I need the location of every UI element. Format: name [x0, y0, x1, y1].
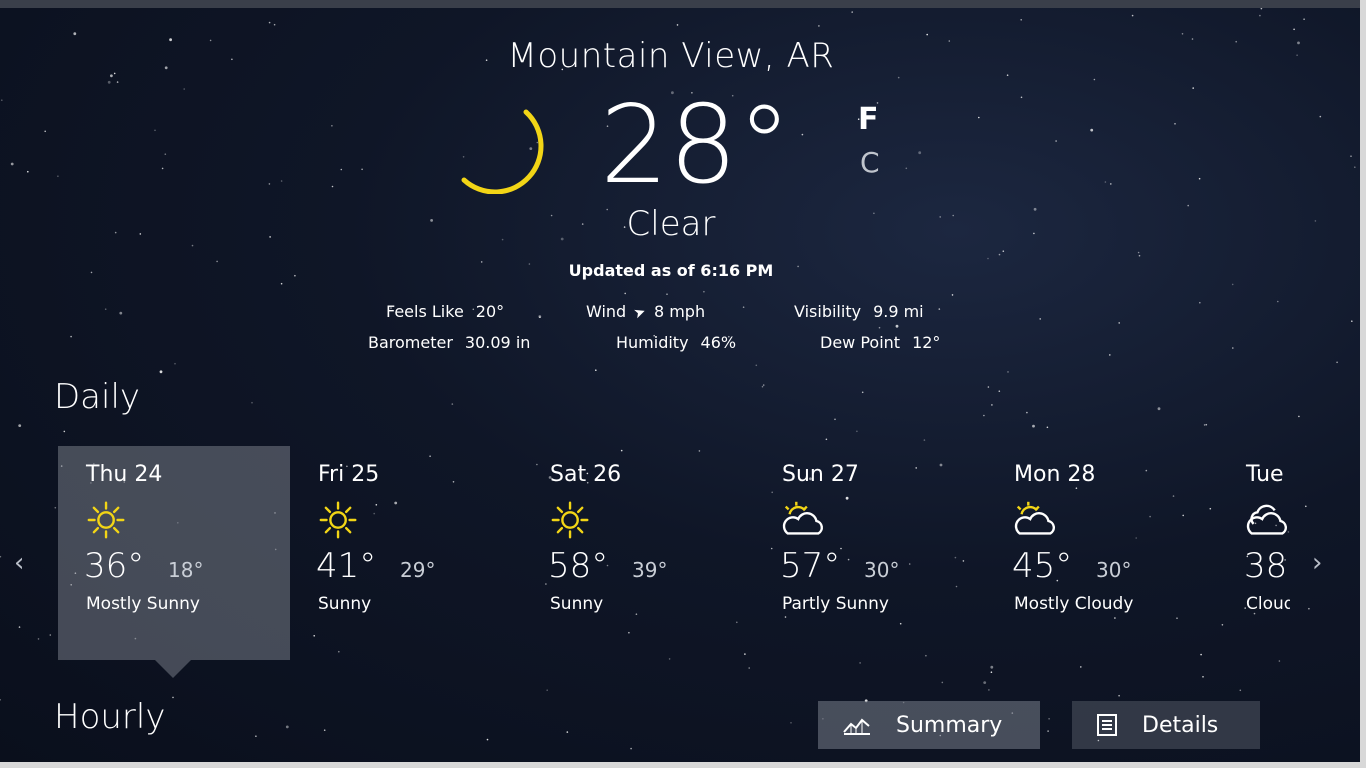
cloudy-icon: [1246, 504, 1287, 535]
day-high-temp: 58°: [548, 546, 609, 586]
day-low-temp: 39°: [632, 558, 668, 582]
location-title: Mountain View, AR: [507, 36, 835, 76]
barometer-value: 30.09 in: [464, 333, 531, 352]
day-low-temp: 18°: [168, 558, 204, 582]
moon-icon: [461, 109, 544, 194]
window-top-bar: [0, 0, 1366, 8]
current-temperature: 28°: [600, 83, 792, 208]
day-condition: Mostly Sunny: [86, 594, 200, 614]
day-condition: Sunny: [318, 594, 372, 614]
wind-stat: Wind ➤ 8 mph: [586, 302, 706, 323]
details-button[interactable]: Details: [1072, 701, 1260, 749]
sun-icon: [319, 501, 357, 539]
feels-like-label: Feels Like: [386, 302, 464, 321]
humidity-value: 46%: [700, 333, 737, 352]
sun-icon: [551, 501, 589, 539]
chart-icon: [843, 718, 870, 735]
day-card[interactable]: Tue 29 38° Cloudy: [1218, 446, 1290, 660]
day-condition: Sunny: [550, 594, 604, 614]
day-card[interactable]: Thu 24 36° 18° Mostly Sunny: [58, 446, 290, 660]
weather-app: Mountain View, AR 28° F C Clear Updated …: [0, 0, 1366, 768]
summary-button[interactable]: Summary: [818, 701, 1040, 749]
day-card[interactable]: Sat 26 58° 39° Sunny: [522, 446, 754, 660]
window-bottom-border: [0, 762, 1366, 768]
day-condition: Cloudy: [1246, 594, 1290, 614]
dew-point-value: 12°: [912, 333, 941, 352]
selected-day-pointer: [155, 660, 191, 678]
sun-icon: [87, 501, 125, 539]
unit-celsius-toggle[interactable]: C: [860, 146, 880, 179]
visibility-label: Visibility: [794, 302, 862, 321]
barometer-stat: Barometer 30.09 in: [368, 333, 530, 352]
day-high-temp: 45°: [1012, 546, 1073, 586]
partly-sunny-icon: [1014, 501, 1055, 535]
day-card[interactable]: Mon 28 45° 30° Mostly Cloudy: [986, 446, 1218, 660]
feels-like-value: 20°: [475, 302, 505, 321]
updated-time: Updated as of 6:16 PM: [568, 261, 774, 280]
daily-forecast-strip: Thu 24 36° 18° Mostly Sunny Fri 25 41° 29° Sunn…: [58, 446, 1290, 660]
visibility-stat: Visibility 9.9 mi: [794, 302, 924, 321]
day-high-temp: 41°: [316, 546, 377, 586]
day-low-temp: 30°: [864, 558, 900, 582]
dew-point-stat: Dew Point 12°: [820, 333, 940, 352]
partly-sunny-icon: [782, 501, 823, 535]
feels-like-stat: Feels Like 20°: [386, 302, 504, 321]
unit-fahrenheit-toggle[interactable]: F: [858, 102, 879, 137]
day-name: Sat 26: [550, 462, 622, 487]
wind-label: Wind: [586, 302, 627, 321]
day-high-temp: 38°: [1244, 546, 1290, 586]
day-name: Mon 28: [1014, 462, 1096, 487]
day-low-temp: 30°: [1096, 558, 1132, 582]
day-condition: Partly Sunny: [782, 594, 889, 614]
day-high-temp: 57°: [780, 546, 841, 586]
humidity-stat: Humidity 46%: [616, 333, 736, 352]
humidity-label: Humidity: [616, 333, 689, 352]
dew-point-label: Dew Point: [820, 333, 901, 352]
visibility-value: 9.9 mi: [873, 302, 924, 321]
day-card[interactable]: Sun 27 57° 30° Partly Sunny: [754, 446, 986, 660]
daily-section-title: Daily: [54, 377, 141, 417]
daily-next-arrow[interactable]: ›: [1312, 548, 1322, 578]
summary-button-label: Summary: [896, 712, 1003, 738]
daily-prev-arrow[interactable]: ‹: [14, 548, 24, 578]
list-icon: [1097, 714, 1117, 736]
day-card[interactable]: Fri 25 41° 29° Sunny: [290, 446, 522, 660]
current-condition: Clear: [626, 204, 716, 244]
day-name: Sun 27: [782, 462, 859, 487]
day-name: Thu 24: [86, 462, 163, 487]
day-name: Tue 29: [1246, 462, 1290, 487]
hourly-section-title: Hourly: [54, 697, 166, 737]
wind-value: 8 mph: [653, 302, 706, 321]
wind-direction-icon: ➤: [631, 303, 649, 323]
day-high-temp: 36°: [84, 546, 145, 586]
day-low-temp: 29°: [400, 558, 436, 582]
window-right-border: [1360, 0, 1366, 768]
details-button-label: Details: [1142, 712, 1219, 738]
day-name: Fri 25: [318, 462, 380, 487]
barometer-label: Barometer: [368, 333, 453, 352]
day-condition: Mostly Cloudy: [1014, 594, 1134, 614]
